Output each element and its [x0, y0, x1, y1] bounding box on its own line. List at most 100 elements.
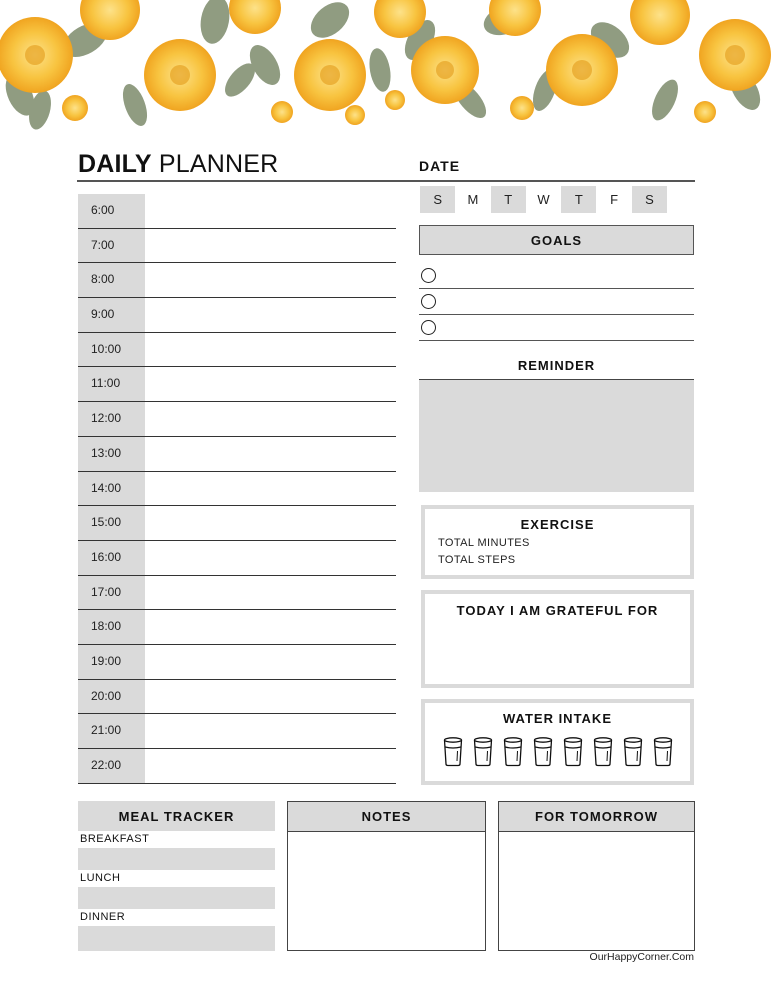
schedule-row: 13:00: [78, 436, 396, 472]
schedule-row: 20:00: [78, 679, 396, 715]
goal-item[interactable]: [419, 263, 694, 289]
schedule-entry-field[interactable]: [145, 333, 396, 367]
time-label: 22:00: [78, 749, 145, 783]
goal-item[interactable]: [419, 289, 694, 315]
time-label: 16:00: [78, 540, 145, 575]
schedule-row: 16:00: [78, 540, 396, 576]
time-label: 13:00: [78, 436, 145, 471]
time-label: 14:00: [78, 471, 145, 506]
schedule-entry-field[interactable]: [145, 714, 396, 748]
meal-label: DINNER: [78, 909, 275, 926]
grateful-header: TODAY I AM GRATEFUL FOR: [456, 603, 659, 618]
schedule-entry-field[interactable]: [145, 749, 396, 783]
time-label: 17:00: [78, 575, 145, 610]
day-option[interactable]: W: [526, 186, 561, 213]
goal-checkbox-icon[interactable]: [421, 268, 436, 283]
water-glass-icon[interactable]: [473, 737, 493, 772]
time-label: 8:00: [78, 263, 145, 298]
grateful-card[interactable]: TODAY I AM GRATEFUL FOR: [421, 590, 694, 688]
reminder-header: REMINDER: [517, 358, 596, 373]
schedule-entry-field[interactable]: [145, 367, 396, 401]
goals-header: GOALS: [419, 225, 694, 255]
water-glass-icon[interactable]: [593, 737, 613, 772]
day-option[interactable]: T: [561, 186, 597, 213]
meal-tracker: MEAL TRACKER BREAKFAST LUNCH DINNER: [78, 801, 275, 951]
schedule-row: 18:00: [78, 610, 396, 645]
schedule-entry-field[interactable]: [145, 402, 396, 436]
title-bold: DAILY: [78, 150, 152, 178]
goal-checkbox-icon[interactable]: [421, 294, 436, 309]
goal-checkbox-icon[interactable]: [421, 320, 436, 335]
water-glass-icon[interactable]: [563, 737, 583, 772]
water-glass-icon[interactable]: [623, 737, 643, 772]
meal-label: BREAKFAST: [78, 831, 275, 848]
water-glass-icon[interactable]: [533, 737, 553, 772]
schedule-entry-field[interactable]: [145, 645, 396, 679]
time-label: 7:00: [78, 228, 145, 263]
time-label: 10:00: [78, 332, 145, 367]
title-divider: [77, 180, 695, 182]
day-option[interactable]: M: [455, 186, 490, 213]
hourly-schedule: 6:00 7:00 8:00 9:00 10:00 11:00 12:00 13:00 14:0…: [78, 194, 396, 784]
time-label: 9:00: [78, 298, 145, 332]
meal-entry-field[interactable]: [78, 887, 275, 909]
water-glass-icon[interactable]: [653, 737, 673, 772]
water-glass-icon[interactable]: [443, 737, 463, 772]
schedule-entry-field[interactable]: [145, 610, 396, 644]
schedule-row: 21:00: [78, 714, 396, 749]
schedule-entry-field[interactable]: [145, 680, 396, 714]
time-label: 20:00: [78, 679, 145, 714]
schedule-entry-field[interactable]: [145, 263, 396, 297]
notes-header: NOTES: [288, 802, 485, 832]
time-label: 15:00: [78, 506, 145, 540]
schedule-row: 11:00: [78, 367, 396, 403]
title-light: PLANNER: [158, 150, 279, 178]
meal-entry-field[interactable]: [78, 926, 275, 948]
day-of-week-selector: SMTWTFS: [420, 186, 668, 213]
date-label: DATE: [419, 158, 461, 174]
schedule-entry-field[interactable]: [145, 194, 396, 228]
for-tomorrow-box[interactable]: FOR TOMORROW: [498, 801, 695, 951]
schedule-entry-field[interactable]: [145, 506, 396, 540]
water-intake-header: WATER INTAKE: [502, 711, 612, 726]
schedule-row: 9:00: [78, 298, 396, 333]
day-option[interactable]: T: [490, 186, 526, 213]
schedule-entry-field[interactable]: [145, 541, 396, 575]
time-label: 21:00: [78, 714, 145, 748]
schedule-entry-field[interactable]: [145, 229, 396, 263]
schedule-entry-field[interactable]: [145, 437, 396, 471]
schedule-row: 10:00: [78, 332, 396, 368]
schedule-row: 8:00: [78, 263, 396, 299]
schedule-row: 17:00: [78, 575, 396, 611]
meal-label: LUNCH: [78, 870, 275, 887]
time-label: 6:00: [78, 194, 145, 228]
schedule-entry-field[interactable]: [145, 298, 396, 332]
day-option[interactable]: S: [631, 186, 668, 213]
time-label: 19:00: [78, 644, 145, 679]
meal-entry-field[interactable]: [78, 848, 275, 870]
schedule-entry-field[interactable]: [145, 576, 396, 610]
meal-tracker-header: MEAL TRACKER: [118, 808, 235, 824]
reminder-field[interactable]: [419, 379, 694, 492]
exercise-header: EXERCISE: [520, 517, 595, 532]
schedule-row: 12:00: [78, 402, 396, 437]
schedule-row: 22:00: [78, 749, 396, 784]
total-steps-field[interactable]: TOTAL STEPS: [438, 554, 690, 566]
schedule-row: 19:00: [78, 644, 396, 680]
flower-decoration-icon: [0, 0, 771, 130]
schedule-row: 7:00: [78, 228, 396, 264]
day-option[interactable]: F: [596, 186, 631, 213]
schedule-row: 6:00: [78, 194, 396, 229]
day-option[interactable]: S: [420, 186, 456, 213]
notes-box[interactable]: NOTES: [287, 801, 486, 951]
time-label: 18:00: [78, 610, 145, 644]
exercise-card: EXERCISE TOTAL MINUTES TOTAL STEPS: [421, 505, 694, 579]
water-glass-icon[interactable]: [503, 737, 523, 772]
total-minutes-field[interactable]: TOTAL MINUTES: [438, 537, 690, 549]
water-glasses: [425, 737, 690, 772]
schedule-entry-field[interactable]: [145, 472, 396, 506]
schedule-row: 15:00: [78, 506, 396, 541]
time-label: 12:00: [78, 402, 145, 436]
goal-item[interactable]: [419, 315, 694, 341]
for-tomorrow-header: FOR TOMORROW: [499, 802, 694, 832]
